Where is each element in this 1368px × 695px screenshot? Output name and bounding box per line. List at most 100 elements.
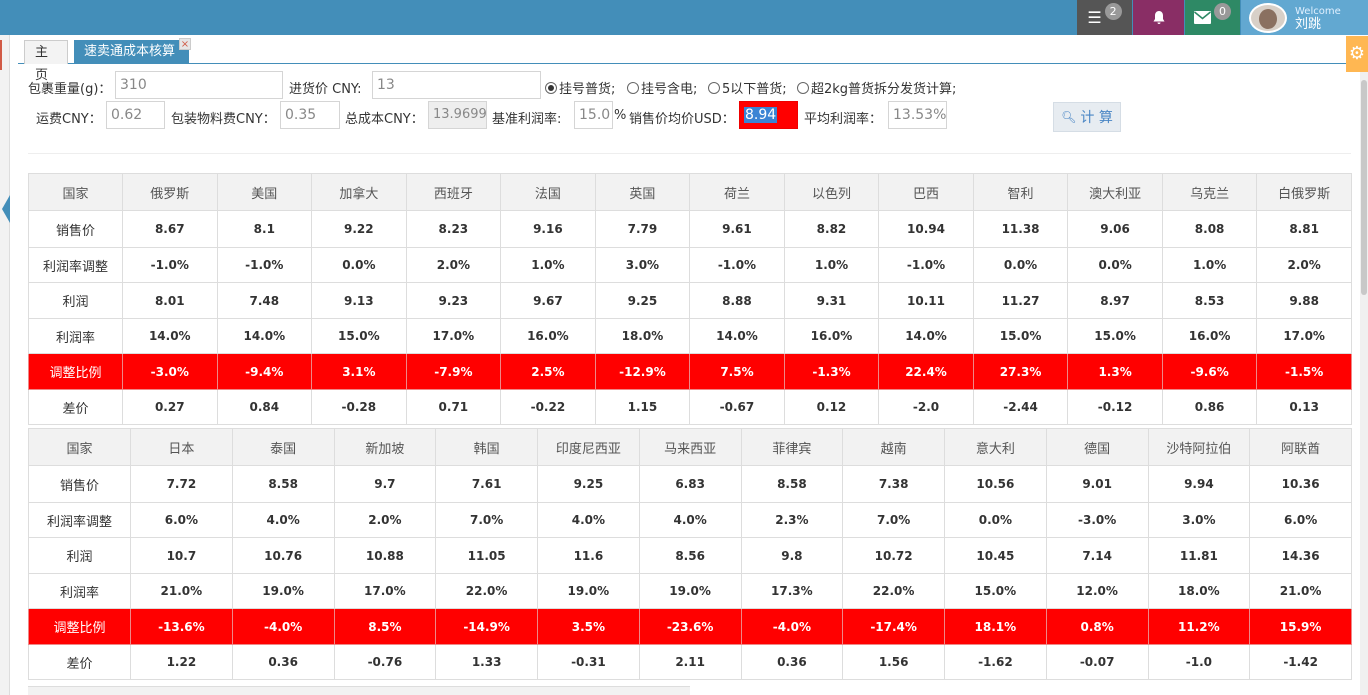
- table-cell: 18.1%: [944, 608, 1047, 645]
- table-cell: 8.82: [783, 210, 880, 248]
- row-label: 销售价: [28, 465, 131, 503]
- list-icon: ☰: [1087, 8, 1102, 27]
- user-menu[interactable]: Welcome 刘跳: [1241, 0, 1368, 35]
- table-cell: 4.0%: [537, 502, 640, 538]
- table-cell: 14.0%: [122, 318, 218, 354]
- table-cell: 11.2%: [1147, 608, 1251, 645]
- table-cell: 1.0%: [500, 247, 596, 283]
- header-cell: 西班牙: [405, 173, 502, 211]
- weight-input[interactable]: 310: [115, 71, 283, 99]
- table-cell: 1.0%: [783, 247, 880, 283]
- header-cell: 巴西: [878, 173, 974, 211]
- gear-icon[interactable]: ⚙: [1346, 36, 1368, 72]
- table-cell: 3.0%: [1147, 502, 1251, 538]
- header-cell: 新加坡: [333, 428, 437, 466]
- table-cell: 8.81: [1256, 210, 1352, 248]
- radio-registered-normal[interactable]: 挂号普货;: [545, 78, 615, 97]
- table-cell: 9.06: [1067, 210, 1163, 248]
- table-cell: 27.3%: [972, 353, 1069, 390]
- table-cell: -0.76: [333, 644, 437, 680]
- close-icon[interactable]: ×: [179, 38, 191, 50]
- tab-bar: 主页 速卖通成本核算 ×: [18, 38, 1363, 83]
- table-cell: 17.3%: [740, 573, 844, 609]
- avg-price-label: 销售价均价USD：: [629, 112, 735, 127]
- results-table-2: 国家 日本 泰国 新加坡 韩国 印度尼西亚 马来西亚 菲律宾 越南 意大利 德国 沙特阿拉伯 阿联酋 销售…: [28, 428, 1352, 680]
- radio-under-5[interactable]: 5以下普货;: [708, 78, 787, 97]
- scrollbar-thumb[interactable]: [1361, 80, 1367, 295]
- table-cell: 0.0%: [972, 247, 1069, 283]
- mail-button[interactable]: 0: [1185, 0, 1240, 35]
- avg-margin-input[interactable]: 13.53%: [888, 101, 947, 129]
- purchase-price-input[interactable]: 13: [372, 71, 541, 99]
- header-cell: 印度尼西亚: [537, 428, 640, 466]
- table-cell: 8.67: [122, 210, 218, 248]
- table-cell: -17.4%: [842, 608, 945, 645]
- table-cell: 15.0%: [311, 318, 407, 354]
- header-cell: 智利: [972, 173, 1069, 211]
- base-margin-input[interactable]: 15.0: [574, 101, 613, 129]
- table-cell: 1.3%: [1067, 353, 1163, 390]
- avg-margin-label: 平均利润率：: [804, 112, 883, 127]
- table-cell: 15.0%: [972, 318, 1069, 354]
- table-row: 利润率 21.0% 19.0% 17.0% 22.0% 19.0% 19.0% 17.3% 22…: [28, 573, 1352, 609]
- row-label: 利润率调整: [28, 502, 131, 538]
- bell-icon: [1153, 10, 1164, 24]
- username: 刘跳: [1295, 16, 1322, 32]
- table-cell: 4.0%: [231, 502, 335, 538]
- row-label: 利润: [28, 282, 123, 319]
- table-cell: 17.0%: [1256, 318, 1352, 354]
- table-cell: 1.56: [842, 644, 945, 680]
- table-cell: 22.0%: [842, 573, 945, 609]
- row-label: 差价: [28, 644, 131, 680]
- table-cell: 7.0%: [842, 502, 945, 538]
- table-cell: 8.97: [1067, 282, 1163, 319]
- tab-cost-calculator[interactable]: 速卖通成本核算 ×: [74, 38, 191, 64]
- table-cell: -1.62: [944, 644, 1047, 680]
- table-cell: -0.12: [1067, 389, 1163, 425]
- table-cell: 18.0%: [1147, 573, 1251, 609]
- freight-input[interactable]: 0.62: [106, 101, 165, 129]
- search-icon: 🔍︎: [1061, 110, 1077, 124]
- table-cell: 21.0%: [130, 573, 233, 609]
- table-cell: 8.88: [689, 282, 785, 319]
- table-cell: -3.0%: [1045, 502, 1149, 538]
- table-cell: 6.0%: [130, 502, 233, 538]
- total-cost-input[interactable]: 13.9699: [428, 101, 487, 129]
- table-cell: 11.38: [972, 210, 1069, 248]
- table-cell: 1.22: [130, 644, 233, 680]
- table-cell: -9.4%: [216, 353, 313, 390]
- table-cell: 14.0%: [878, 318, 974, 354]
- tasks-button[interactable]: ☰ 2: [1077, 0, 1132, 35]
- table-cell: -1.0%: [122, 247, 218, 283]
- table-row: 调整比例 -13.6% -4.0% 8.5% -14.9% 3.5% -23.6% -4.0%…: [28, 608, 1352, 645]
- table-cell: 8.5%: [333, 608, 437, 645]
- header-cell: 英国: [594, 173, 691, 211]
- header-cell: 白俄罗斯: [1256, 173, 1352, 211]
- table-cell: 0.27: [122, 389, 218, 425]
- calculate-button[interactable]: 🔍︎ 计 算: [1053, 102, 1121, 132]
- header-cell: 乌克兰: [1161, 173, 1258, 211]
- radio-icon: [797, 81, 809, 94]
- row-label: 调整比例: [28, 608, 131, 645]
- sidebar-toggle-icon[interactable]: [2, 195, 10, 223]
- weight-label: 包裹重量(g)：: [28, 82, 112, 97]
- table-cell: 8.08: [1161, 210, 1258, 248]
- table-cell: 9.16: [500, 210, 596, 248]
- tab-home[interactable]: 主页: [24, 40, 68, 83]
- table-cell: 2.5%: [500, 353, 596, 390]
- table-cell: 9.8: [740, 537, 844, 574]
- table-row: 销售价 8.67 8.1 9.22 8.23 9.16 7.79 9.61 8.82 10.94 1…: [28, 210, 1352, 248]
- radio-registered-battery[interactable]: 挂号含电;: [627, 78, 697, 97]
- table-cell: 0.0%: [1067, 247, 1163, 283]
- table-cell: 14.36: [1249, 537, 1352, 574]
- table-cell: -0.28: [311, 389, 407, 425]
- table-row: 差价 0.27 0.84 -0.28 0.71 -0.22 1.15 -0.67 0.12 -2.…: [28, 389, 1352, 425]
- notifications-button[interactable]: [1133, 0, 1184, 35]
- header-cell-country: 国家: [28, 428, 131, 466]
- radio-over-2kg[interactable]: 超2kg普货拆分发货计算;: [797, 78, 956, 97]
- table-cell: -1.5%: [1256, 353, 1352, 390]
- calculate-button-label: 计 算: [1080, 110, 1113, 126]
- packaging-input[interactable]: 0.35: [280, 101, 340, 129]
- table-cell: -1.0%: [689, 247, 785, 283]
- avg-price-input[interactable]: 8.94: [739, 101, 798, 129]
